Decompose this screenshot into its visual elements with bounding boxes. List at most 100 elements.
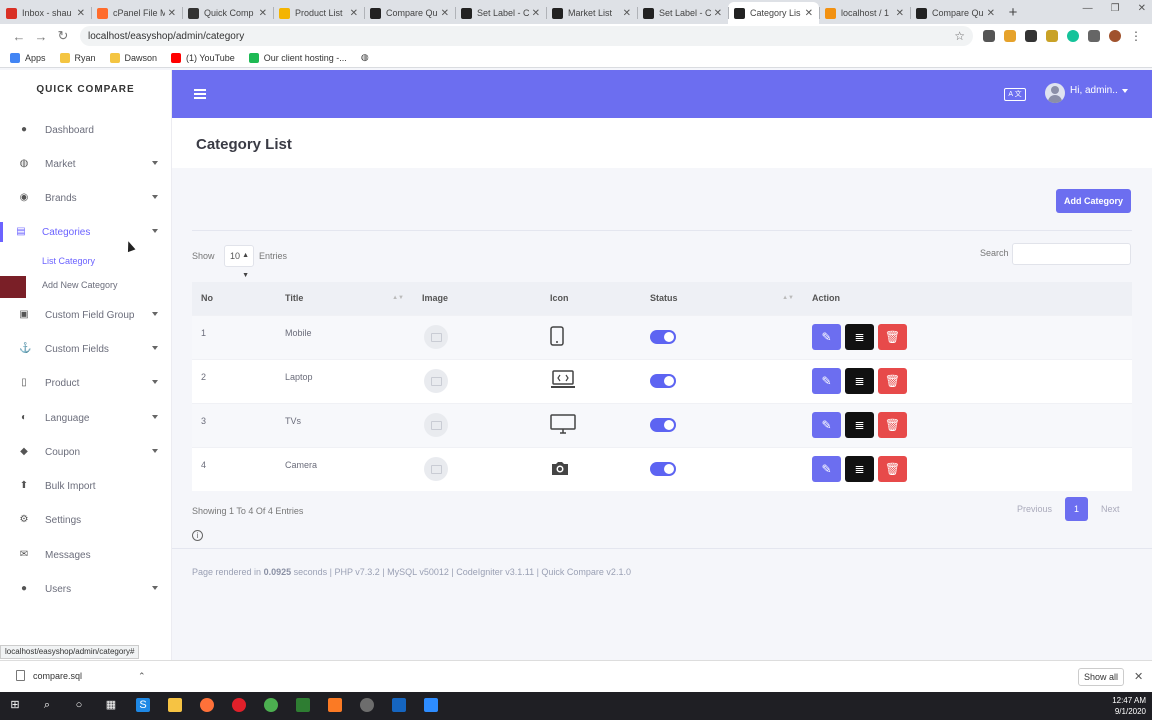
column-header-title[interactable]: Title ▲▼ — [276, 282, 413, 315]
sidebar-item-users[interactable]: ● Users — [0, 579, 172, 599]
browser-tab[interactable]: localhost / 1 ✕ — [819, 2, 910, 24]
puzzle-icon[interactable] — [1088, 30, 1100, 42]
trash-icon[interactable]: 🗑 — [878, 412, 907, 438]
sidebar-item-custom-field-group[interactable]: ▣ Custom Field Group — [0, 305, 172, 325]
sidebar-item-bulk-import[interactable]: ⬆ Bulk Import — [0, 476, 172, 496]
close-tab-icon[interactable]: ✕ — [441, 8, 449, 19]
close-tab-icon[interactable]: ✕ — [259, 8, 267, 19]
close-tab-icon[interactable]: ✕ — [77, 8, 85, 19]
sidebar-item-brands[interactable]: ◉ Brands — [0, 188, 172, 208]
sidebar-item-settings[interactable]: ⚙ Settings — [0, 510, 172, 530]
close-tab-icon[interactable]: ✕ — [532, 8, 540, 19]
browser-tab[interactable]: Compare Qu ✕ — [910, 2, 1001, 24]
browser-tab[interactable]: cPanel File M ✕ — [91, 2, 182, 24]
cortana-icon[interactable]: ○ — [72, 698, 86, 712]
download-item[interactable]: compare.sql — [16, 670, 82, 681]
bookmark-item[interactable]: Apps — [10, 52, 46, 63]
sidebar-item-market[interactable]: ◍ Market — [0, 154, 172, 174]
globe-icon[interactable]: ◍ — [361, 52, 369, 63]
page-size-select[interactable]: 10 ▲ ▼ — [224, 245, 254, 279]
close-tab-icon[interactable]: ✕ — [168, 8, 176, 19]
chevron-down-icon[interactable] — [1122, 89, 1128, 93]
opera-icon[interactable] — [232, 698, 246, 712]
xampp-icon[interactable] — [328, 698, 342, 712]
firefox-icon[interactable] — [200, 698, 214, 712]
zoom-icon[interactable] — [424, 698, 438, 712]
column-header-status[interactable]: Status ▲▼ — [641, 282, 803, 315]
list-icon[interactable]: ≣ — [845, 412, 874, 438]
extension-icon[interactable] — [1004, 30, 1016, 42]
trash-icon[interactable]: 🗑 — [878, 456, 907, 483]
menu-dots-icon[interactable]: ⋮ — [1130, 29, 1142, 43]
calculator-icon[interactable] — [392, 698, 406, 712]
sidebar-item-language[interactable]: ◐ Language — [0, 408, 172, 428]
sidebar-item-coupon[interactable]: ◆ Coupon — [0, 442, 172, 462]
search-icon[interactable]: ⌕ — [40, 698, 54, 712]
extension-icon[interactable] — [983, 30, 995, 42]
minimize-icon[interactable]: — — [1083, 3, 1093, 14]
pagination-page-1[interactable]: 1 — [1065, 497, 1088, 521]
sidebar-item-custom-fields[interactable]: ⚓ Custom Fields — [0, 339, 172, 359]
trash-icon[interactable]: 🗑 — [878, 368, 907, 394]
sort-icon[interactable]: ▲▼ — [392, 295, 404, 301]
browser-tab[interactable]: Set Label - C ✕ — [637, 2, 728, 24]
column-header-no[interactable]: No — [192, 282, 276, 315]
list-icon[interactable]: ≣ — [845, 456, 874, 483]
app-icon[interactable] — [296, 698, 310, 712]
sidebar-item-categories[interactable]: ▤ Categories — [0, 222, 172, 242]
browser-tab[interactable]: Compare Qu ✕ — [364, 2, 455, 24]
browser-tab[interactable]: Set Label - C ✕ — [455, 2, 546, 24]
close-icon[interactable]: ✕ — [1134, 670, 1143, 683]
forward-icon[interactable]: → — [30, 29, 52, 44]
browser-tab[interactable]: Category Lis ✕ — [728, 2, 819, 24]
status-toggle[interactable] — [650, 374, 676, 388]
close-tab-icon[interactable]: ✕ — [350, 8, 358, 19]
chrome-icon[interactable] — [264, 698, 278, 712]
language-icon[interactable]: A 文 — [1004, 88, 1026, 101]
browser-tab[interactable]: Quick Comp ✕ — [182, 2, 273, 24]
task-view-icon[interactable]: ▦ — [104, 698, 118, 712]
brand-logo[interactable]: QUICK COMPARE — [0, 70, 171, 110]
status-toggle[interactable] — [650, 418, 676, 432]
close-window-icon[interactable]: ✕ — [1138, 3, 1146, 14]
list-icon[interactable]: ≣ — [845, 324, 874, 350]
close-tab-icon[interactable]: ✕ — [714, 8, 722, 19]
search-input[interactable] — [1012, 243, 1131, 265]
status-toggle[interactable] — [650, 330, 676, 344]
edit-icon[interactable]: ✎ — [812, 368, 841, 394]
extension-icon[interactable] — [1067, 30, 1079, 42]
sidebar-item-dashboard[interactable]: ● Dashboard — [0, 120, 172, 140]
show-all-button[interactable]: Show all — [1078, 668, 1124, 686]
close-tab-icon[interactable]: ✕ — [896, 8, 904, 19]
windows-start-icon[interactable]: ⊞ — [8, 698, 22, 712]
user-greeting[interactable]: Hi, admin.. — [1070, 85, 1118, 96]
pagination-previous[interactable]: Previous — [1017, 504, 1052, 514]
add-category-button[interactable]: Add Category — [1056, 189, 1131, 213]
browser-tab[interactable]: Inbox - shau ✕ — [0, 2, 91, 24]
folder-icon[interactable] — [168, 698, 182, 712]
pagination-next[interactable]: Next — [1101, 504, 1120, 514]
bookmark-item[interactable]: Dawson — [109, 52, 157, 63]
edit-icon[interactable]: ✎ — [812, 456, 841, 483]
close-tab-icon[interactable]: ✕ — [805, 8, 813, 19]
edit-icon[interactable]: ✎ — [812, 324, 841, 350]
extension-icon[interactable] — [1046, 30, 1058, 42]
chevron-up-icon[interactable]: ⌃ — [138, 671, 146, 682]
close-tab-icon[interactable]: ✕ — [987, 8, 995, 19]
status-toggle[interactable] — [650, 462, 676, 477]
bookmark-item[interactable]: Our client hosting -... — [248, 52, 347, 63]
url-field[interactable]: i localhost/easyshop/admin/category ☆ — [80, 26, 973, 541]
sidebar-item-messages[interactable]: ✉ Messages — [0, 545, 172, 565]
extension-icon[interactable] — [1025, 30, 1037, 42]
edit-icon[interactable]: ✎ — [812, 412, 841, 438]
browser-tab[interactable]: Market List ✕ — [546, 2, 637, 24]
skype-icon[interactable]: S — [136, 698, 150, 712]
hamburger-menu-icon[interactable] — [194, 89, 206, 99]
bookmark-star-icon[interactable]: ☆ — [954, 29, 965, 43]
sidebar-subitem-list-category[interactable]: List Category — [42, 256, 95, 266]
browser-tab[interactable]: Product List ✕ — [273, 2, 364, 24]
profile-avatar[interactable] — [1109, 30, 1121, 42]
bookmark-item[interactable]: (1) YouTube — [171, 52, 235, 63]
sort-icon[interactable]: ▲▼ — [782, 295, 794, 301]
taskbar-clock[interactable]: 12:47 AM 9/1/2020 — [1112, 695, 1146, 717]
